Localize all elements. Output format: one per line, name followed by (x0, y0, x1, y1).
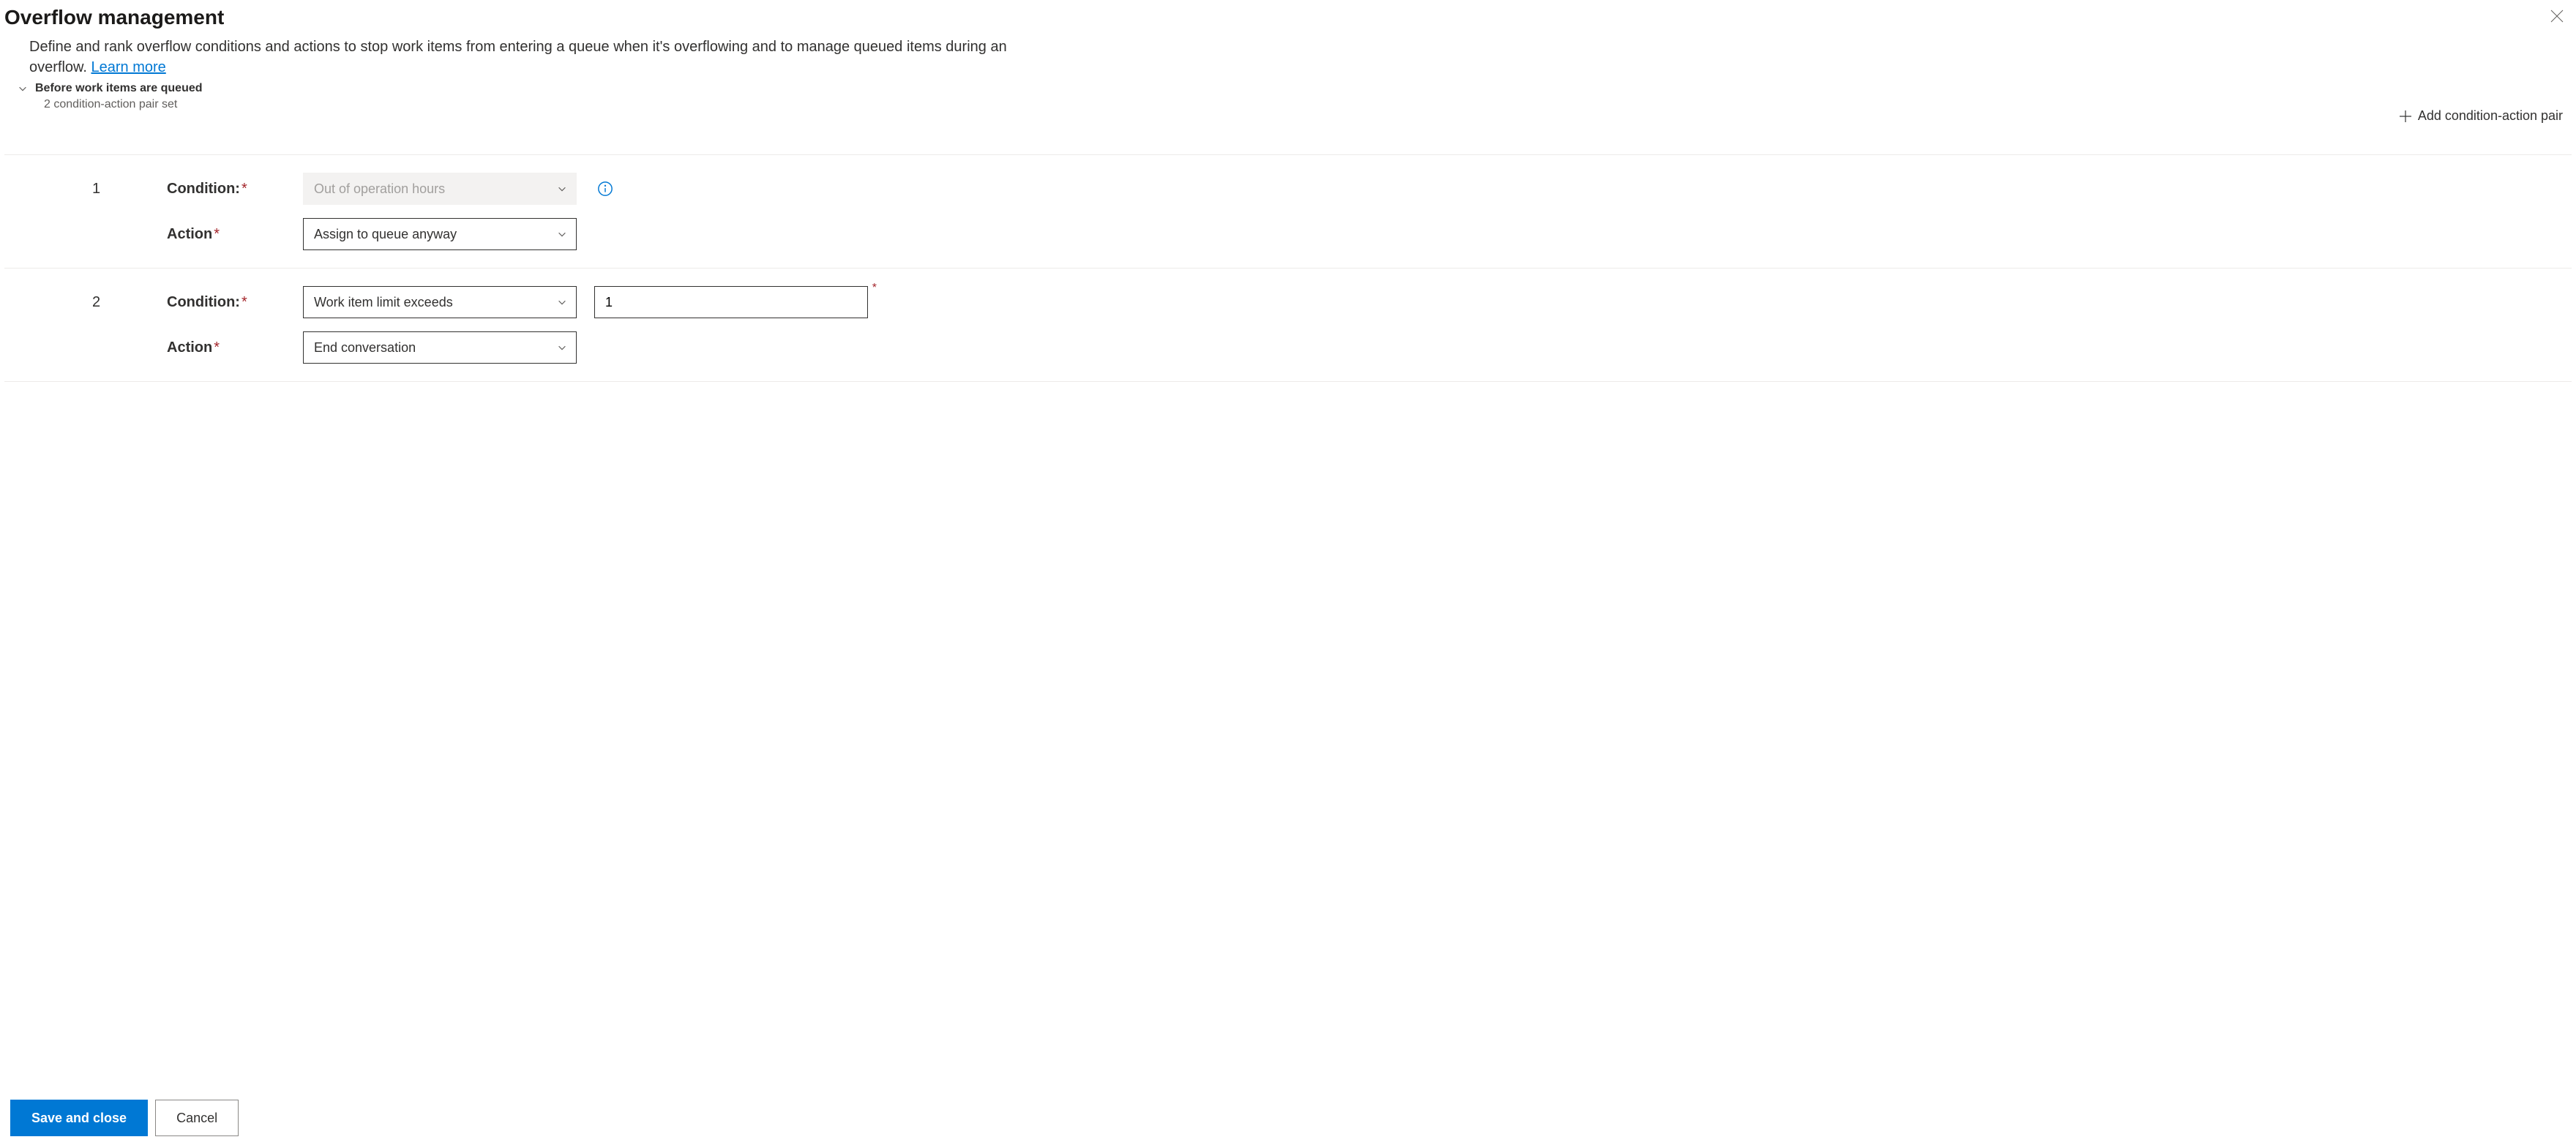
required-indicator: * (242, 181, 247, 197)
action-label: Action* (167, 339, 303, 356)
chevron-down-icon (557, 184, 567, 194)
required-indicator: * (872, 282, 877, 295)
action-label: Action* (167, 226, 303, 243)
condition-value: Work item limit exceeds (314, 295, 453, 310)
section-subtitle: 2 condition-action pair set (44, 98, 203, 111)
info-icon[interactable] (597, 181, 613, 197)
add-condition-action-button[interactable]: Add condition-action pair (2395, 102, 2567, 129)
pair-index: 2 (4, 294, 167, 311)
page-description: Define and rank overflow conditions and … (29, 37, 1054, 78)
condition-label: Condition:* (167, 294, 303, 311)
save-and-close-button[interactable]: Save and close (10, 1100, 148, 1136)
action-value: End conversation (314, 340, 416, 356)
condition-select[interactable]: Work item limit exceeds (303, 286, 577, 318)
cancel-button[interactable]: Cancel (155, 1100, 239, 1136)
chevron-down-icon (18, 83, 28, 94)
page-title: Overflow management (4, 6, 224, 29)
required-indicator: * (214, 226, 220, 242)
section-title: Before work items are queued (35, 82, 203, 95)
action-value: Assign to queue anyway (314, 227, 457, 242)
condition-value: Out of operation hours (314, 181, 445, 197)
condition-action-pair: 1 Condition:* Out of operation hours (4, 154, 2572, 268)
chevron-down-icon (557, 297, 567, 307)
condition-label: Condition:* (167, 181, 303, 198)
close-icon (2550, 9, 2564, 23)
required-indicator: * (242, 294, 247, 310)
add-condition-action-label: Add condition-action pair (2418, 108, 2563, 124)
learn-more-link[interactable]: Learn more (91, 59, 165, 75)
chevron-down-icon (557, 342, 567, 353)
close-button[interactable] (2542, 6, 2572, 30)
footer-actions: Save and close Cancel (10, 1100, 239, 1136)
plus-icon (2399, 110, 2412, 123)
action-select[interactable]: Assign to queue anyway (303, 218, 577, 250)
section-toggle[interactable]: Before work items are queued (18, 82, 203, 95)
description-text: Define and rank overflow conditions and … (29, 39, 1007, 75)
action-select[interactable]: End conversation (303, 331, 577, 364)
pair-index: 1 (4, 181, 167, 198)
required-indicator: * (214, 339, 220, 356)
chevron-down-icon (557, 229, 567, 239)
condition-action-pair: 2 Condition:* Work item limit exceeds * (4, 268, 2572, 381)
condition-select: Out of operation hours (303, 173, 577, 205)
work-item-limit-input[interactable] (594, 286, 868, 318)
